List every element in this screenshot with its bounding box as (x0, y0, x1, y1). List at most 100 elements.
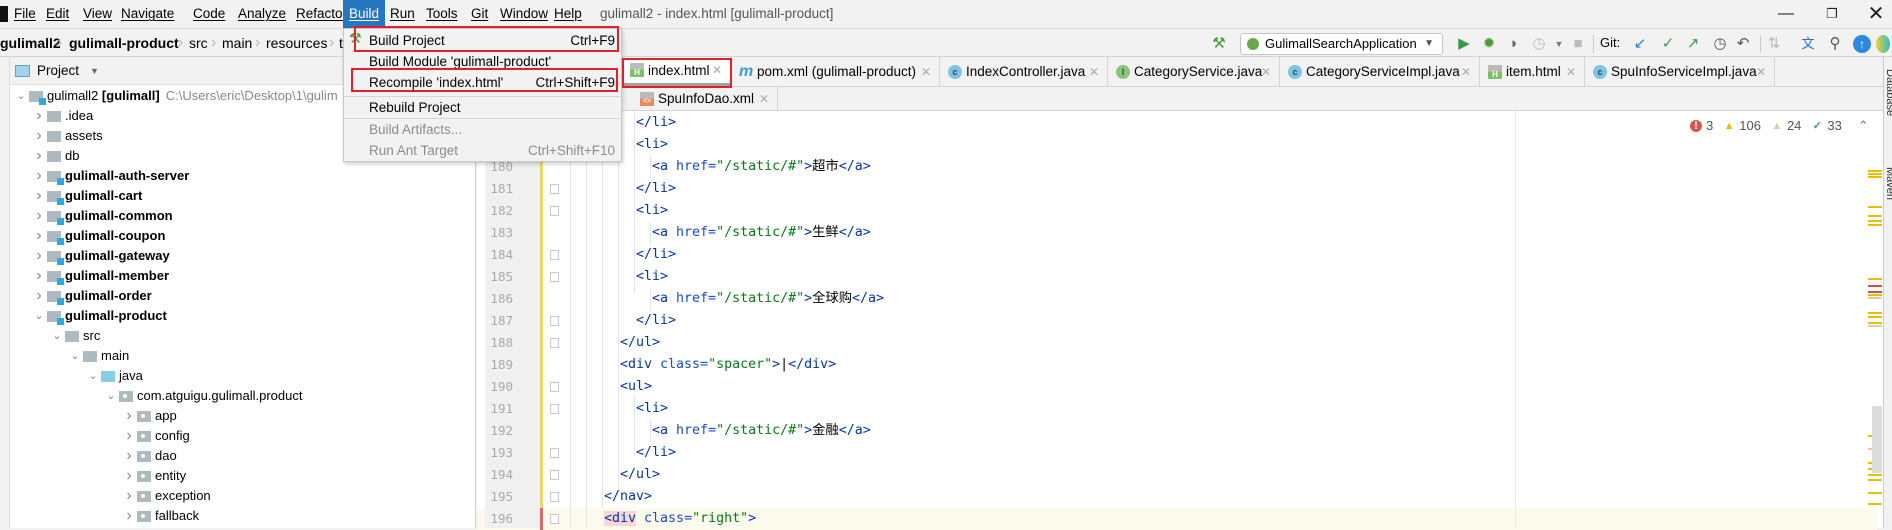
close-tab-icon[interactable]: ✕ (1756, 57, 1766, 86)
tab-index-html[interactable]: Hindex.html ✕ (622, 57, 731, 86)
fold-marker-icon[interactable] (550, 492, 559, 502)
chevron-right-icon[interactable]: › (33, 206, 45, 226)
tree-item[interactable]: › gulimall-coupon (10, 226, 476, 246)
error-stripe-mark[interactable] (1868, 503, 1882, 505)
chevron-right-icon[interactable]: › (123, 466, 135, 486)
git-push-icon[interactable]: ↗ (1684, 35, 1702, 53)
tree-item[interactable]: ⌄ gulimall-product (10, 306, 476, 326)
error-stripe-mark[interactable] (1868, 474, 1882, 476)
chevron-right-icon[interactable]: › (33, 226, 45, 246)
menu-window[interactable]: Window (494, 0, 554, 28)
close-tab-icon[interactable]: ✕ (1261, 57, 1271, 86)
error-stripe-mark[interactable] (1868, 215, 1882, 217)
run-icon[interactable]: ▶ (1455, 35, 1473, 53)
tree-item[interactable]: ⌄ src (10, 326, 476, 346)
error-stripe-mark[interactable] (1868, 278, 1882, 280)
menu-edit[interactable]: Edit (40, 0, 75, 28)
error-stripe-mark[interactable] (1868, 291, 1882, 293)
tree-item[interactable]: ⌄ com.atguigu.gulimall.product (10, 386, 476, 406)
error-stripe-mark[interactable] (1868, 294, 1882, 296)
tree-item[interactable]: › gulimall-auth-server (10, 166, 476, 186)
error-stripe-mark[interactable] (1868, 206, 1882, 208)
tab-categoryserviceimpl-java[interactable]: c CategoryServiceImpl.java ✕ (1280, 57, 1480, 86)
maven-tool-button[interactable]: Maven (1884, 167, 1892, 200)
fold-marker-icon[interactable] (550, 382, 559, 392)
fold-marker-icon[interactable] (550, 316, 559, 326)
fold-marker-icon[interactable] (550, 514, 559, 524)
stop-icon[interactable]: ■ (1569, 35, 1587, 53)
menu-help[interactable]: Help (548, 0, 588, 28)
close-tab-icon[interactable]: ✕ (1089, 57, 1099, 86)
chevron-right-icon[interactable]: › (123, 426, 135, 446)
menu-item-build-project[interactable]: Build Project Ctrl+F9 (344, 30, 621, 51)
fold-marker-icon[interactable] (550, 206, 559, 216)
breadcrumb-item[interactable]: src (189, 29, 208, 57)
tree-item[interactable]: › gulimall-cart (10, 186, 476, 206)
tree-item[interactable]: › fallback (10, 506, 476, 526)
tree-item[interactable]: › entity (10, 466, 476, 486)
chevron-down-icon[interactable]: ⌄ (15, 86, 27, 106)
tree-item[interactable]: › gulimall-gateway (10, 246, 476, 266)
hammer-icon[interactable]: ⚒ (1210, 35, 1228, 53)
git-update-icon[interactable]: ↙ (1631, 35, 1649, 53)
error-stripe-mark[interactable] (1868, 176, 1882, 178)
tree-item[interactable]: ⌄ main (10, 346, 476, 366)
fold-marker-icon[interactable] (550, 272, 559, 282)
menu-tools[interactable]: Tools (420, 0, 464, 28)
fold-marker-icon[interactable] (550, 250, 559, 260)
chevron-down-icon[interactable]: ▼ (1550, 35, 1568, 53)
tab-spuinfoserviceimpl-java[interactable]: c SpuInfoServiceImpl.java ✕ (1585, 57, 1775, 86)
menu-build[interactable]: Build (343, 0, 386, 28)
chevron-right-icon[interactable]: › (33, 266, 45, 286)
error-stripe-mark[interactable] (1868, 492, 1882, 494)
git-commit-icon[interactable]: ✓ (1659, 35, 1677, 53)
menu-item-recompile[interactable]: Recompile 'index.html' Ctrl+Shift+F9 (344, 72, 621, 93)
tab-item-html[interactable]: Hitem.html ✕ (1480, 57, 1585, 86)
error-stripe-mark[interactable] (1868, 322, 1882, 324)
tree-item[interactable]: › gulimall-common (10, 206, 476, 226)
breadcrumb-item[interactable]: resources (266, 29, 327, 57)
error-stripe-mark[interactable] (1868, 316, 1882, 318)
menu-item-rebuild-project[interactable]: Rebuild Project (344, 97, 621, 118)
fold-marker-icon[interactable] (550, 404, 559, 414)
error-stripe-mark[interactable] (1868, 224, 1882, 226)
chevron-right-icon[interactable]: › (33, 146, 45, 166)
vertical-scrollbar[interactable] (1872, 406, 1882, 473)
breadcrumb-item[interactable]: gulimall2 (0, 29, 61, 57)
error-stripe-mark[interactable] (1868, 297, 1882, 299)
tree-item[interactable]: › gulimall-order (10, 286, 476, 306)
inspection-widget[interactable]: ! 3 ▲ 106 ▲ 24 ✓ 33 ⌃ ⌄ (1690, 116, 1892, 136)
menu-file[interactable]: File (8, 0, 42, 28)
menu-analyze[interactable]: Analyze (232, 0, 292, 28)
search-icon[interactable]: ⚲ (1826, 35, 1844, 53)
tree-item[interactable]: ⌄ java (10, 366, 476, 386)
chevron-down-icon[interactable]: ▼ (90, 57, 99, 85)
chevron-right-icon[interactable]: › (123, 446, 135, 466)
chevron-down-icon[interactable]: ⌄ (87, 366, 99, 386)
tree-item[interactable]: › exception (10, 486, 476, 506)
chevron-down-icon[interactable]: ⌄ (33, 306, 45, 326)
tab-indexcontroller-java[interactable]: c IndexController.java ✕ (940, 57, 1108, 86)
chevron-right-icon[interactable]: › (33, 246, 45, 266)
tree-item[interactable]: › gulimall-member (10, 266, 476, 286)
menu-run[interactable]: Run (384, 0, 421, 28)
error-stripe-mark[interactable] (1868, 325, 1882, 327)
tab-pom-xml-gulimall-product[interactable]: m pom.xml (gulimall-product) ✕ (731, 57, 940, 86)
minimize-icon[interactable]: — (1776, 4, 1796, 24)
tab-spuinfodao-xml[interactable]: <> SpuInfoDao.xml ✕ (632, 87, 778, 110)
update-icon[interactable]: ↑ (1853, 35, 1871, 53)
close-icon[interactable]: ✕ (1866, 4, 1886, 24)
menu-view[interactable]: View (77, 0, 118, 28)
error-stripe-mark[interactable] (1868, 220, 1882, 222)
chevron-down-icon[interactable]: ⌄ (105, 386, 117, 406)
close-tab-icon[interactable]: ✕ (1566, 57, 1576, 86)
restore-icon[interactable]: ❐ (1822, 4, 1842, 24)
fold-marker-icon[interactable] (550, 338, 559, 348)
chevron-right-icon[interactable]: › (33, 106, 45, 126)
database-tool-button[interactable]: Database (1884, 69, 1892, 116)
close-tab-icon[interactable]: ✕ (759, 87, 769, 110)
fold-marker-icon[interactable] (550, 470, 559, 480)
history-icon[interactable]: ◷ (1711, 35, 1729, 53)
close-tab-icon[interactable]: ✕ (1461, 57, 1471, 86)
run-configuration-select[interactable]: GulimallSearchApplication ▼ (1240, 33, 1443, 55)
